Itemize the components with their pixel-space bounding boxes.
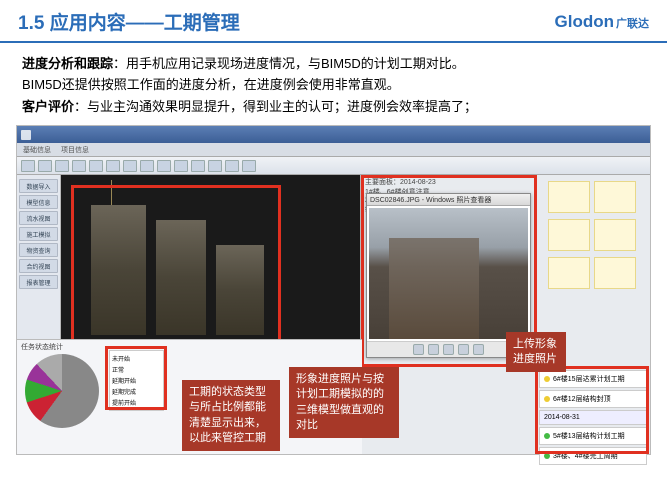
callout-compare: 形象进度照片与按计划工期模拟的的三维模型做直观的对比 <box>289 367 399 439</box>
slide-header: 1.5 应用内容——工期管理 Glodon广联达 <box>0 0 667 43</box>
sticky-note[interactable] <box>548 181 590 213</box>
photo-body <box>369 208 528 339</box>
app-icon <box>21 130 31 140</box>
sidebar-item[interactable]: 数据导入 <box>19 179 58 193</box>
photo-window-title: DSC02846.JPG - Windows 照片查看器 <box>367 194 530 206</box>
pie-chart <box>25 354 99 428</box>
ribbon-button[interactable] <box>21 160 35 172</box>
callout-upload: 上传形象进度照片 <box>506 332 566 373</box>
site-photo <box>369 208 528 339</box>
rotate-icon[interactable] <box>458 344 469 355</box>
ribbon-toolbar <box>17 157 650 175</box>
callout-pie: 工期的状态类型与所占比例都能清楚显示出来，以此来管控工期 <box>182 380 280 452</box>
description-text: 进度分析和跟踪：用手机应用记录现场进度情况，与BIM5D的计划工期对比。 BIM… <box>0 43 667 125</box>
pie-chart-panel: 任务状态统计 未开始 正常 延期开始 延期完成 提前开始 <box>17 340 172 454</box>
play-icon[interactable] <box>428 344 439 355</box>
right-panel: 主要面板：2014-08-23 1#楼、6#楼创意注意 2014-08-23 1… <box>360 175 650 454</box>
slide-title: 1.5 应用内容——工期管理 <box>18 8 555 35</box>
next-icon[interactable] <box>443 344 454 355</box>
app-screenshot: 基础信息项目信息 数据导入 模型信息 流水视图 施工模拟 物资查询 合约视图 报… <box>16 125 651 455</box>
highlight-box <box>105 346 167 410</box>
highlight-box <box>71 185 281 345</box>
highlight-box <box>535 366 649 454</box>
brand-logo: Glodon广联达 <box>555 12 649 32</box>
task-list: 6#楼15层达累计划工期 6#楼12层结构封顶 2014-08-31 5#楼13… <box>539 370 647 467</box>
delete-icon[interactable] <box>473 344 484 355</box>
prev-icon[interactable] <box>413 344 424 355</box>
sticky-notes <box>546 179 646 293</box>
menu-bar: 基础信息项目信息 <box>17 143 650 157</box>
window-titlebar <box>17 126 650 143</box>
